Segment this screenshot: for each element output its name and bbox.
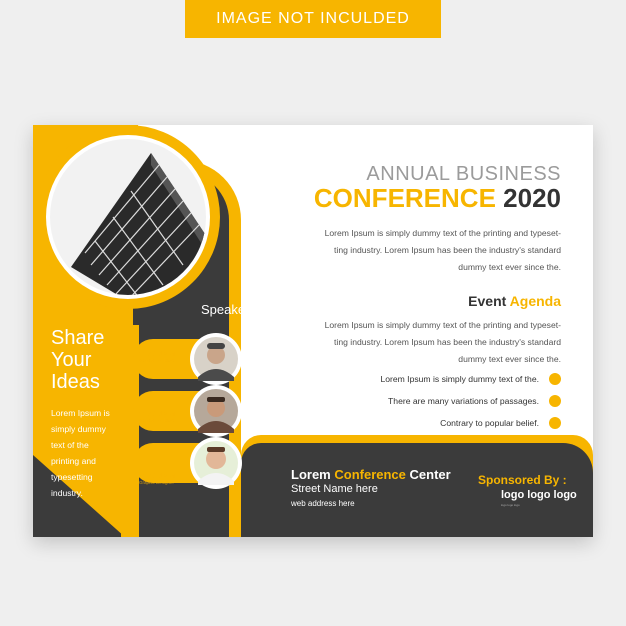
flyer-card: ANNUAL BUSINESS CONFERENCE 2020 Lorem Ip… <box>33 125 593 537</box>
heading-conference: CONFERENCE 2020 <box>313 183 561 213</box>
bullet-dot <box>549 417 561 429</box>
sponsor-logos-small: logo logo logo <box>501 503 520 507</box>
agenda-item: There are many variations of passages. <box>388 395 561 407</box>
bullet-dot <box>549 395 561 407</box>
speaker-3: Clotilde Gil Graphic Designer <box>139 471 179 485</box>
sponsor-logos: logo logo logo <box>501 489 577 501</box>
image-not-included-banner: IMAGE NOT INCULDED <box>185 0 441 38</box>
agenda-paragraph: Lorem Ipsum is simply dummy text of the … <box>324 320 561 364</box>
speaker-photo-3 <box>190 437 242 489</box>
left-paragraph: Lorem Ipsum is simply dummy text of the … <box>51 408 110 498</box>
web-address: web address here <box>291 499 355 508</box>
speaker-1: Clotilde Gil Graphic Designer <box>139 349 179 363</box>
venue-name: Lorem Conference Center <box>291 467 451 482</box>
bullet-dot <box>549 373 561 385</box>
intro-paragraph: Lorem Ipsum is simply dummy text of the … <box>324 228 561 272</box>
street-address: Street Name here <box>291 483 378 495</box>
speakers-label: Speakers <box>201 302 256 317</box>
agenda-item: Contrary to popular belief. <box>440 417 561 429</box>
sponsored-by: Sponsored By : <box>478 473 567 487</box>
speaker-photo-2 <box>190 385 242 437</box>
speaker-2: Clotilde Gil Graphic Designer <box>139 409 179 423</box>
agenda-title: Event Agenda <box>468 293 561 309</box>
agenda-item: Lorem Ipsum is simply dummy text of the. <box>380 373 561 385</box>
speaker-photo-1 <box>190 333 242 385</box>
share-your-ideas: Share Your Ideas <box>51 327 105 393</box>
